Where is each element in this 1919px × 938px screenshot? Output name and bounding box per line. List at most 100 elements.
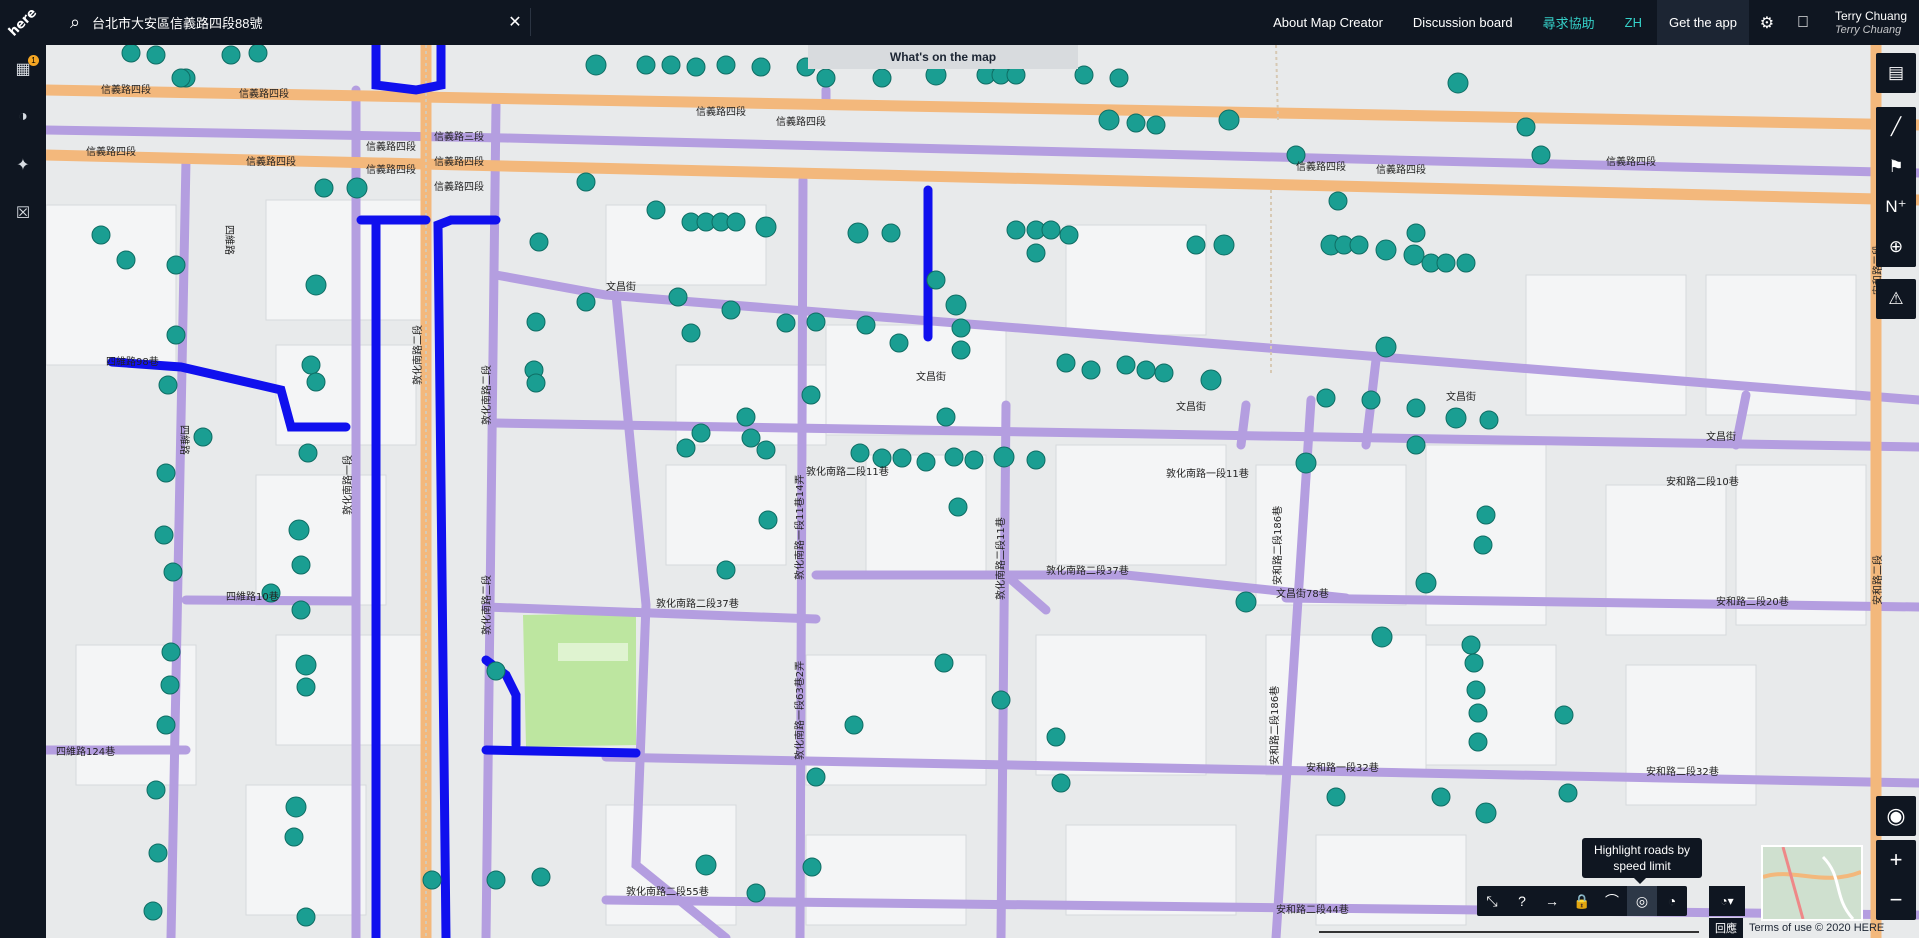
tooltip-line2: speed limit [1613, 859, 1671, 873]
svg-text:文昌街: 文昌街 [916, 370, 946, 383]
svg-text:信義路四段: 信義路四段 [696, 105, 746, 118]
search-bar: ⌕ ✕ [60, 8, 531, 36]
bottom-toolbar: ⤡ ? → 🔒 ⌒ ◎ ◔ [1477, 886, 1687, 916]
svg-text:文昌街: 文昌街 [1706, 430, 1736, 443]
svg-text:安和路二段: 安和路二段 [1871, 555, 1884, 605]
lock-icon[interactable]: 🔒 [1567, 886, 1597, 916]
svg-text:敦化南路二段11巷: 敦化南路二段11巷 [806, 465, 889, 478]
svg-text:信義路四段: 信義路四段 [101, 83, 151, 96]
svg-text:敦化南路二段37巷: 敦化南路二段37巷 [656, 597, 739, 610]
notification-badge: 1 [28, 55, 39, 66]
svg-text:安和路一段32巷: 安和路一段32巷 [1306, 761, 1379, 774]
svg-text:信義路四段: 信義路四段 [366, 140, 416, 153]
top-bar: here ⌕ ✕ About Map Creator Discussion bo… [0, 0, 1919, 45]
svg-text:安和路二段44巷: 安和路二段44巷 [1276, 903, 1349, 916]
svg-text:敦化南路二段: 敦化南路二段 [480, 365, 493, 425]
minimap[interactable] [1761, 845, 1863, 921]
svg-text:敦化南路二段: 敦化南路二段 [480, 575, 493, 635]
zoom-out-button[interactable]: − [1876, 880, 1916, 920]
svg-text:敦化南路一段11巷14弄: 敦化南路一段11巷14弄 [793, 475, 806, 580]
user-menu[interactable]: Terry Chuang Terry Chuang [1821, 9, 1919, 37]
about-link[interactable]: About Map Creator [1258, 15, 1398, 30]
speed-limit-tooltip: Highlight roads by speed limit [1582, 838, 1702, 884]
locate-icon: ◉ [1886, 803, 1906, 828]
user-name: Terry Chuang [1834, 8, 1907, 23]
speed-icon[interactable]: ◔ [1657, 886, 1687, 916]
add-road-icon[interactable]: ╱ [1876, 107, 1916, 147]
user-subname: Terry Chuang [1834, 23, 1902, 36]
add-node-icon[interactable]: ⊕ [1876, 227, 1916, 267]
route-icon[interactable]: → [1537, 886, 1567, 916]
locate-me-button[interactable]: ◉ [1876, 796, 1916, 836]
review-icon[interactable]: ☒ [0, 189, 46, 237]
svg-text:信義路四段: 信義路四段 [776, 115, 826, 128]
svg-text:文昌街: 文昌街 [606, 280, 636, 293]
svg-text:信義路四段: 信義路四段 [246, 155, 296, 168]
terms-link[interactable]: Terms of use © 2020 HERE [1749, 922, 1884, 934]
get-app-button[interactable]: Get the app [1657, 0, 1749, 45]
whats-on-map-button[interactable]: What's on the map [808, 45, 1078, 69]
android-icon[interactable]: ⚙ [1749, 0, 1785, 45]
minimap-layer [1763, 847, 1861, 919]
speed-filter-select[interactable]: ◔▾ [1709, 886, 1745, 916]
apple-icon[interactable]:  [1785, 0, 1821, 45]
scale-bar [1319, 923, 1699, 933]
svg-text:信義路四段: 信義路四段 [239, 87, 289, 100]
edit-layers-icon[interactable]: ▦ 1 [0, 45, 46, 93]
svg-text:四維路124巷: 四維路124巷 [56, 745, 115, 758]
speed-limit-icon[interactable]: ◎ [1627, 886, 1657, 916]
svg-text:安和路二段186巷: 安和路二段186巷 [1268, 686, 1281, 765]
search-icon[interactable]: ⌕ [60, 12, 90, 33]
svg-text:信義路四段: 信義路四段 [1606, 155, 1656, 168]
map-canvas[interactable]: 信義路四段 信義路四段 信義路四段 信義路四段 信義路三段 信義路四段 信義路四… [46, 45, 1919, 938]
zoom-controls: + − [1876, 840, 1916, 920]
close-icon[interactable]: ✕ [500, 12, 530, 32]
svg-text:信義路四段: 信義路四段 [434, 155, 484, 168]
svg-text:文昌街78巷: 文昌街78巷 [1276, 587, 1329, 600]
svg-text:敦化南路二段11巷: 敦化南路二段11巷 [994, 517, 1007, 600]
svg-text:安和路二段32巷: 安和路二段32巷 [1646, 765, 1719, 778]
zoom-in-button[interactable]: + [1876, 840, 1916, 880]
right-toolbar: ▤ ╱ ⚑ N⁺ ⊕ ⚠ [1873, 45, 1919, 333]
map-layer: 信義路四段 信義路四段 信義路四段 信義路四段 信義路三段 信義路四段 信義路四… [46, 45, 1919, 938]
svg-text:信義路四段: 信義路四段 [1376, 163, 1426, 176]
feedback-button[interactable]: 回應 [1709, 918, 1743, 938]
tooltip-line1: Highlight roads by [1593, 843, 1691, 857]
search-input[interactable] [90, 13, 500, 31]
discussion-link[interactable]: Discussion board [1398, 15, 1528, 30]
svg-text:敦化南路二段55巷: 敦化南路二段55巷 [626, 885, 709, 898]
svg-text:文昌街: 文昌街 [1176, 400, 1206, 413]
elevation-icon[interactable]: ⌒ [1597, 886, 1627, 916]
svg-text:文昌街: 文昌街 [1446, 390, 1476, 403]
svg-text:四維路: 四維路 [223, 225, 236, 255]
svg-text:四維路: 四維路 [178, 425, 191, 455]
svg-text:敦化南路二段: 敦化南路二段 [411, 325, 424, 385]
stats-icon[interactable]: ◑ [0, 93, 46, 141]
community-icon[interactable]: ✦ [0, 141, 46, 189]
svg-text:敦化南路二段37巷: 敦化南路二段37巷 [1046, 564, 1129, 577]
svg-text:安和路二段186巷: 安和路二段186巷 [1271, 506, 1284, 585]
svg-text:信義路三段: 信義路三段 [434, 130, 484, 143]
footer: 回應 Terms of use © 2020 HERE [1319, 918, 1919, 938]
svg-text:安和路二段10巷: 安和路二段10巷 [1666, 475, 1739, 488]
add-address-icon[interactable]: N⁺ [1876, 187, 1916, 227]
svg-text:信義路四段: 信義路四段 [434, 180, 484, 193]
svg-text:敦化南路一段63巷2弄: 敦化南路一段63巷2弄 [793, 661, 806, 760]
add-poi-icon[interactable]: ⚑ [1876, 147, 1916, 187]
svg-text:安和路二段20巷: 安和路二段20巷 [1716, 595, 1789, 608]
language-toggle[interactable]: ZH [1610, 15, 1657, 30]
svg-text:四維路10巷: 四維路10巷 [226, 590, 279, 603]
svg-text:信義路四段: 信義路四段 [1296, 160, 1346, 173]
resize-icon[interactable]: ⤡ [1477, 886, 1507, 916]
report-icon[interactable]: ⚠ [1876, 279, 1916, 319]
add-tools-group: ╱ ⚑ N⁺ ⊕ [1876, 107, 1916, 267]
svg-text:敦化南路一段11巷: 敦化南路一段11巷 [1166, 467, 1249, 480]
help-link[interactable]: 尋求協助 [1528, 13, 1610, 32]
svg-text:信義路四段: 信義路四段 [86, 145, 136, 158]
svg-text:敦化南路一段: 敦化南路一段 [341, 455, 354, 515]
svg-text:信義路四段: 信義路四段 [366, 163, 416, 176]
help-icon[interactable]: ? [1507, 886, 1537, 916]
top-nav: About Map Creator Discussion board 尋求協助 … [1258, 0, 1919, 45]
left-toolbar: ▦ 1 ◑ ✦ ☒ [0, 45, 46, 938]
layers-icon[interactable]: ▤ [1876, 53, 1916, 93]
